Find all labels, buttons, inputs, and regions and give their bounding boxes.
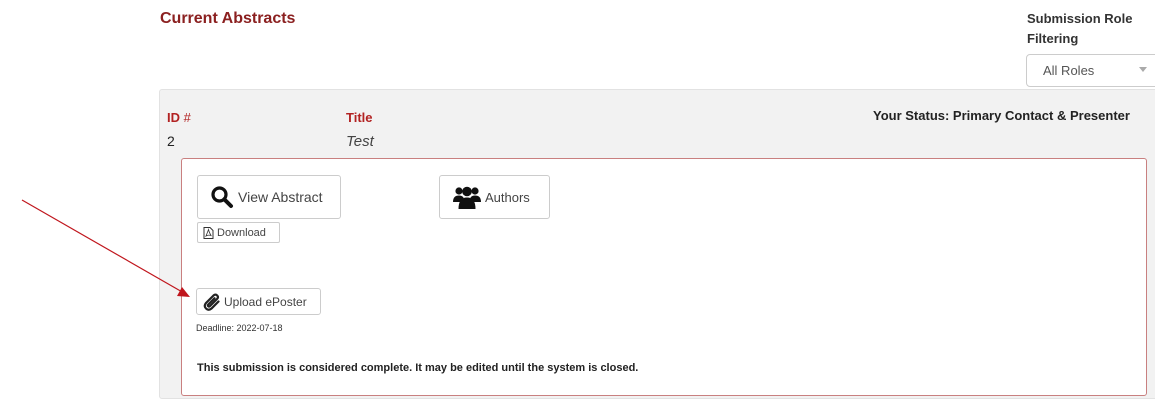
annotation-arrow <box>21 199 190 297</box>
